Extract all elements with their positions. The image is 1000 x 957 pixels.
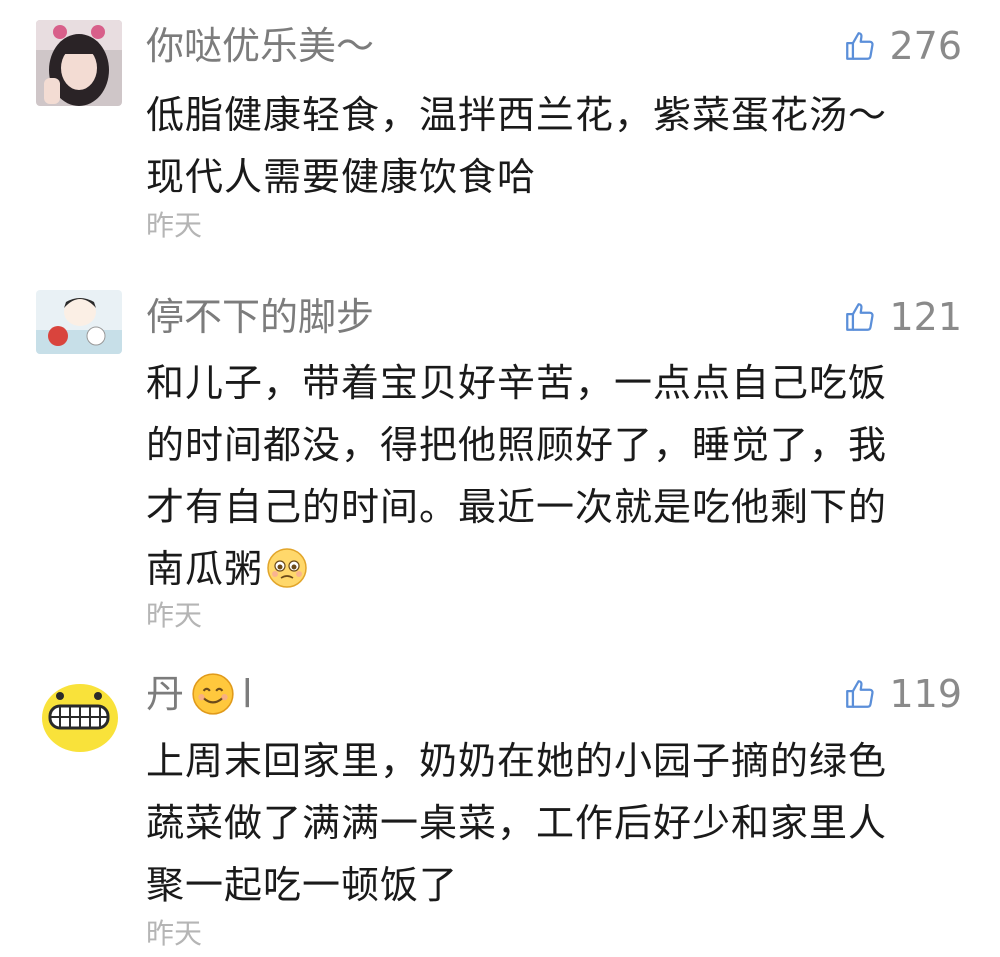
- avatar[interactable]: [36, 20, 122, 106]
- comment-line-with-emoji: 南瓜粥: [146, 538, 966, 600]
- comment-line: 上周末回家里，奶奶在她的小园子摘的绿色: [146, 739, 888, 783]
- thumbs-up-icon: [846, 680, 875, 708]
- username-prefix: 丹: [146, 672, 185, 716]
- avatar[interactable]: [36, 290, 122, 354]
- timestamp: 昨天: [146, 917, 203, 950]
- like-button[interactable]: 276: [843, 22, 962, 70]
- comment-line: 才有自己的时间。最近一次就是吃他剩下的: [146, 485, 888, 529]
- comment-line: 南瓜粥: [146, 547, 264, 591]
- comment-line: 现代人需要健康饮食哈: [146, 155, 537, 199]
- like-count: 119: [889, 672, 962, 716]
- like-button[interactable]: 119: [843, 670, 962, 718]
- like-count: 121: [889, 295, 962, 339]
- comment-line: 的时间都没，得把他照顾好了，睡觉了，我: [146, 423, 888, 467]
- pleading-face-emoji: [267, 547, 307, 588]
- avatar[interactable]: [36, 670, 122, 756]
- username[interactable]: 你哒优乐美～: [146, 22, 374, 70]
- comment-line: 聚一起吃一顿饭了: [146, 863, 459, 907]
- thumbs-up-icon: [846, 32, 875, 60]
- comment-line: 和儿子，带着宝贝好辛苦，一点点自己吃饭: [146, 361, 888, 405]
- comment-line: 蔬菜做了满满一桌菜，工作后好少和家里人: [146, 801, 888, 845]
- thumbs-up-icon: [846, 303, 875, 331]
- username[interactable]: 停不下的脚步: [146, 293, 374, 341]
- username[interactable]: 丹 l: [146, 670, 253, 718]
- timestamp: 昨天: [146, 599, 203, 632]
- like-button[interactable]: 121: [843, 293, 962, 341]
- timestamp: 昨天: [146, 209, 203, 242]
- comment-text: 和儿子，带着宝贝好辛苦，一点点自己吃饭 的时间都没，得把他照顾好了，睡觉了，我 …: [146, 352, 966, 600]
- comment-text: 上周末回家里，奶奶在她的小园子摘的绿色 蔬菜做了满满一桌菜，工作后好少和家里人 …: [146, 730, 966, 916]
- username-suffix: l: [242, 672, 253, 716]
- comment-text: 低脂健康轻食，温拌西兰花，紫菜蛋花汤～ 现代人需要健康饮食哈: [146, 84, 966, 208]
- smiling-face-emoji: [192, 673, 234, 715]
- like-count: 276: [889, 24, 962, 68]
- comment-line: 低脂健康轻食，温拌西兰花，紫菜蛋花汤～: [146, 93, 888, 137]
